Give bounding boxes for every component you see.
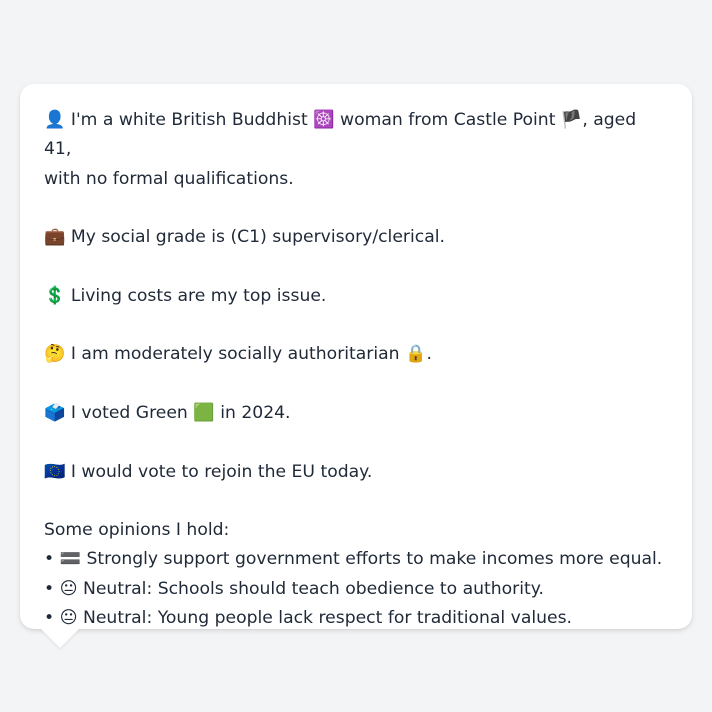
issue-paragraph: 💲 Living costs are my top issue. xyxy=(44,282,668,311)
opinions-heading: Some opinions I hold: xyxy=(44,520,230,541)
dharma-wheel-icon: ☸️ xyxy=(313,110,335,130)
england-flag-icon: 🏴 xyxy=(560,110,583,130)
bullet: • xyxy=(44,578,55,599)
person-icon: 👤 xyxy=(44,110,66,130)
opinions-list: • 🟰 Strongly support government efforts … xyxy=(44,545,668,633)
intro-text: I'm a white British Buddhist xyxy=(70,110,308,130)
green-square-icon: 🟩 xyxy=(193,402,215,423)
equals-icon: 🟰 xyxy=(59,549,82,570)
briefcase-icon: 💼 xyxy=(44,227,66,248)
ballot-box-icon: 🗳️ xyxy=(44,402,66,423)
eu-paragraph: 🇪🇺 I would vote to rejoin the EU today. xyxy=(44,458,668,487)
neutral-face-icon: 😐 xyxy=(59,578,78,599)
thinking-face-icon: 🤔 xyxy=(44,344,66,365)
intro-paragraph: 👤 I'm a white British Buddhist ☸️ woman … xyxy=(44,106,668,194)
eu-flag-icon: 🇪🇺 xyxy=(44,461,66,482)
grade-paragraph: 💼 My social grade is (C1) supervisory/cl… xyxy=(44,223,668,252)
opinion-item: • 🟰 Strongly support government efforts … xyxy=(44,545,668,574)
speech-bubble-tail xyxy=(40,628,80,648)
vote-text: I voted Green xyxy=(70,402,188,423)
neutral-face-icon: 😐 xyxy=(59,608,78,629)
ideology-paragraph: 🤔 I am moderately socially authoritarian… xyxy=(44,340,668,369)
opinion-text: Strongly support government efforts to m… xyxy=(86,549,663,570)
persona-card: 👤 I'm a white British Buddhist ☸️ woman … xyxy=(20,84,692,629)
vote-year-text: in 2024. xyxy=(220,402,291,423)
vote-paragraph: 🗳️ I voted Green 🟩 in 2024. xyxy=(44,399,668,428)
grade-text: My social grade is (C1) supervisory/cler… xyxy=(70,227,445,248)
ideology-text: I am moderately socially authoritarian xyxy=(70,344,400,365)
intro-text-location: woman from Castle Point xyxy=(340,110,556,130)
intro-text-qualifications: with no formal qualifications. xyxy=(44,168,294,189)
bullet: • xyxy=(44,549,55,570)
eu-text: I would vote to rejoin the EU today. xyxy=(70,461,373,482)
opinion-item: • 😐 Neutral: Young people lack respect f… xyxy=(44,604,668,633)
lock-icon: 🔒 xyxy=(405,344,427,365)
opinion-item: • 😐 Neutral: Schools should teach obedie… xyxy=(44,575,668,604)
dollar-icon: 💲 xyxy=(44,285,66,306)
opinion-text: Neutral: Schools should teach obedience … xyxy=(83,578,544,599)
issue-text: Living costs are my top issue. xyxy=(70,285,327,306)
bullet: • xyxy=(44,608,55,629)
opinion-text: Neutral: Young people lack respect for t… xyxy=(83,608,573,629)
ideology-end: . xyxy=(426,344,432,365)
